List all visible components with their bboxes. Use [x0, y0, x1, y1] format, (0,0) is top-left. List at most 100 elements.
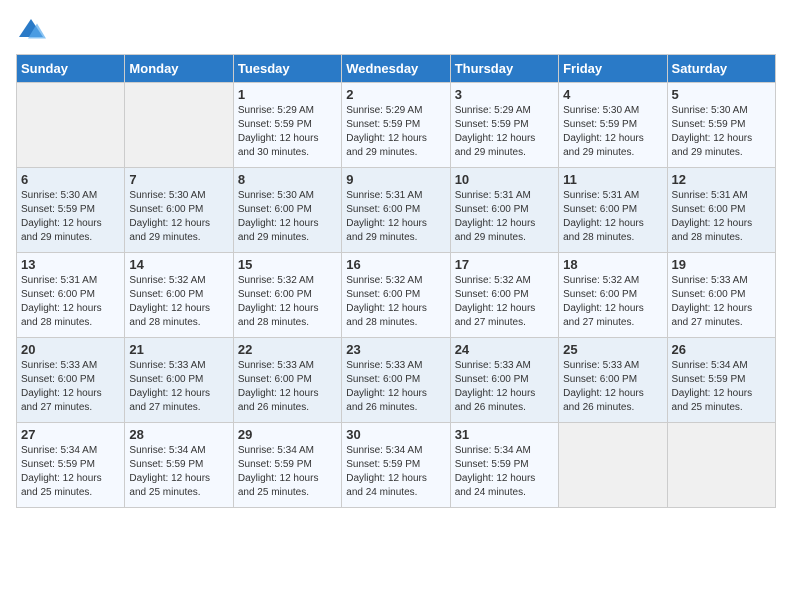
day-number: 29 — [238, 427, 337, 442]
day-number: 20 — [21, 342, 120, 357]
day-info: Sunrise: 5:30 AMSunset: 6:00 PMDaylight:… — [238, 189, 337, 245]
calendar-cell: 30 Sunrise: 5:34 AMSunset: 5:59 PMDayligh… — [342, 423, 450, 508]
calendar-cell: 1 Sunrise: 5:29 AMSunset: 5:59 PMDaylight… — [233, 83, 341, 168]
day-number: 13 — [21, 257, 120, 272]
day-number: 12 — [672, 172, 771, 187]
day-number: 22 — [238, 342, 337, 357]
calendar-cell: 28 Sunrise: 5:34 AMSunset: 5:59 PMDayligh… — [125, 423, 233, 508]
logo-icon — [16, 16, 46, 46]
day-info: Sunrise: 5:32 AMSunset: 6:00 PMDaylight:… — [129, 274, 228, 330]
day-info: Sunrise: 5:33 AMSunset: 6:00 PMDaylight:… — [563, 359, 662, 415]
calendar-cell: 9 Sunrise: 5:31 AMSunset: 6:00 PMDaylight… — [342, 168, 450, 253]
calendar-cell — [17, 83, 125, 168]
day-number: 19 — [672, 257, 771, 272]
day-number: 24 — [455, 342, 554, 357]
day-info: Sunrise: 5:34 AMSunset: 5:59 PMDaylight:… — [455, 444, 554, 500]
day-number: 25 — [563, 342, 662, 357]
calendar-cell: 23Sunrise: 5:33 AMSunset: 6:00 PMDayligh… — [342, 338, 450, 423]
day-info: Sunrise: 5:34 AMSunset: 5:59 PMDaylight:… — [21, 444, 120, 500]
day-info: Sunrise: 5:30 AMSunset: 5:59 PMDaylight:… — [21, 189, 120, 245]
calendar-cell — [125, 83, 233, 168]
calendar-cell: 3 Sunrise: 5:29 AMSunset: 5:59 PMDaylight… — [450, 83, 558, 168]
day-number: 30 — [346, 427, 445, 442]
day-number: 27 — [21, 427, 120, 442]
day-number: 3 — [455, 87, 554, 102]
calendar-cell: 27 Sunrise: 5:34 AMSunset: 5:59 PMDayligh… — [17, 423, 125, 508]
weekday-header-sunday: Sunday — [17, 55, 125, 83]
weekday-header-wednesday: Wednesday — [342, 55, 450, 83]
calendar-cell — [559, 423, 667, 508]
weekday-header-saturday: Saturday — [667, 55, 775, 83]
calendar-table: SundayMondayTuesdayWednesdayThursdayFrid… — [16, 54, 776, 508]
day-number: 17 — [455, 257, 554, 272]
weekday-header-thursday: Thursday — [450, 55, 558, 83]
day-info: Sunrise: 5:31 AMSunset: 6:00 PMDaylight:… — [21, 274, 120, 330]
calendar-cell: 21Sunrise: 5:33 AMSunset: 6:00 PMDayligh… — [125, 338, 233, 423]
calendar-cell: 22 Sunrise: 5:33 AMSunset: 6:00 PMDayligh… — [233, 338, 341, 423]
day-info: Sunrise: 5:29 AMSunset: 5:59 PMDaylight:… — [455, 104, 554, 160]
week-row-2: 6 Sunrise: 5:30 AMSunset: 5:59 PMDaylight… — [17, 168, 776, 253]
day-info: Sunrise: 5:32 AMSunset: 6:00 PMDaylight:… — [238, 274, 337, 330]
day-info: Sunrise: 5:33 AMSunset: 6:00 PMDaylight:… — [129, 359, 228, 415]
day-info: Sunrise: 5:34 AMSunset: 5:59 PMDaylight:… — [346, 444, 445, 500]
day-info: Sunrise: 5:30 AMSunset: 5:59 PMDaylight:… — [563, 104, 662, 160]
calendar-cell: 20Sunrise: 5:33 AMSunset: 6:00 PMDayligh… — [17, 338, 125, 423]
day-number: 23 — [346, 342, 445, 357]
calendar-cell: 5 Sunrise: 5:30 AMSunset: 5:59 PMDaylight… — [667, 83, 775, 168]
day-number: 5 — [672, 87, 771, 102]
day-info: Sunrise: 5:29 AMSunset: 5:59 PMDaylight:… — [238, 104, 337, 160]
calendar-cell: 7 Sunrise: 5:30 AMSunset: 6:00 PMDaylight… — [125, 168, 233, 253]
day-info: Sunrise: 5:34 AMSunset: 5:59 PMDaylight:… — [129, 444, 228, 500]
calendar-cell: 15 Sunrise: 5:32 AMSunset: 6:00 PMDayligh… — [233, 253, 341, 338]
calendar-cell: 14 Sunrise: 5:32 AMSunset: 6:00 PMDayligh… — [125, 253, 233, 338]
weekday-header-friday: Friday — [559, 55, 667, 83]
weekday-header-tuesday: Tuesday — [233, 55, 341, 83]
calendar-cell: 18 Sunrise: 5:32 AMSunset: 6:00 PMDayligh… — [559, 253, 667, 338]
day-info: Sunrise: 5:32 AMSunset: 6:00 PMDaylight:… — [346, 274, 445, 330]
day-number: 2 — [346, 87, 445, 102]
calendar-cell: 25 Sunrise: 5:33 AMSunset: 6:00 PMDayligh… — [559, 338, 667, 423]
weekday-header-monday: Monday — [125, 55, 233, 83]
day-number: 1 — [238, 87, 337, 102]
calendar-cell: 17Sunrise: 5:32 AMSunset: 6:00 PMDayligh… — [450, 253, 558, 338]
day-info: Sunrise: 5:29 AMSunset: 5:59 PMDaylight:… — [346, 104, 445, 160]
calendar-cell: 24 Sunrise: 5:33 AMSunset: 6:00 PMDayligh… — [450, 338, 558, 423]
day-number: 8 — [238, 172, 337, 187]
calendar-cell — [667, 423, 775, 508]
calendar-cell: 29Sunrise: 5:34 AMSunset: 5:59 PMDayligh… — [233, 423, 341, 508]
week-row-5: 27 Sunrise: 5:34 AMSunset: 5:59 PMDayligh… — [17, 423, 776, 508]
day-number: 4 — [563, 87, 662, 102]
day-info: Sunrise: 5:31 AMSunset: 6:00 PMDaylight:… — [346, 189, 445, 245]
day-number: 28 — [129, 427, 228, 442]
calendar-cell: 16 Sunrise: 5:32 AMSunset: 6:00 PMDayligh… — [342, 253, 450, 338]
day-number: 9 — [346, 172, 445, 187]
week-row-4: 20 Sunrise: 5:33 AMSunset: 6:00 PMDayligh… — [17, 338, 776, 423]
day-info: Sunrise: 5:33 AMSunset: 6:00 PMDaylight:… — [238, 359, 337, 415]
day-info: Sunrise: 5:31 AMSunset: 6:00 PMDaylight:… — [563, 189, 662, 245]
week-row-1: 1 Sunrise: 5:29 AMSunset: 5:59 PMDaylight… — [17, 83, 776, 168]
day-number: 7 — [129, 172, 228, 187]
day-info: Sunrise: 5:30 AMSunset: 6:00 PMDaylight:… — [129, 189, 228, 245]
calendar-cell: 26Sunrise: 5:34 AMSunset: 5:59 PMDayligh… — [667, 338, 775, 423]
logo — [16, 16, 50, 46]
calendar-cell: 8 Sunrise: 5:30 AMSunset: 6:00 PMDaylight… — [233, 168, 341, 253]
calendar-cell: 10Sunrise: 5:31 AMSunset: 6:00 PMDayligh… — [450, 168, 558, 253]
calendar-cell: 6 Sunrise: 5:30 AMSunset: 5:59 PMDaylight… — [17, 168, 125, 253]
day-info: Sunrise: 5:32 AMSunset: 6:00 PMDaylight:… — [563, 274, 662, 330]
calendar-cell: 31Sunrise: 5:34 AMSunset: 5:59 PMDayligh… — [450, 423, 558, 508]
day-number: 15 — [238, 257, 337, 272]
day-info: Sunrise: 5:30 AMSunset: 5:59 PMDaylight:… — [672, 104, 771, 160]
calendar-cell: 11 Sunrise: 5:31 AMSunset: 6:00 PMDayligh… — [559, 168, 667, 253]
day-number: 16 — [346, 257, 445, 272]
calendar-cell: 4 Sunrise: 5:30 AMSunset: 5:59 PMDaylight… — [559, 83, 667, 168]
day-number: 26 — [672, 342, 771, 357]
calendar-cell: 13 Sunrise: 5:31 AMSunset: 6:00 PMDayligh… — [17, 253, 125, 338]
day-number: 10 — [455, 172, 554, 187]
day-number: 6 — [21, 172, 120, 187]
day-number: 14 — [129, 257, 228, 272]
day-info: Sunrise: 5:33 AMSunset: 6:00 PMDaylight:… — [455, 359, 554, 415]
day-number: 18 — [563, 257, 662, 272]
day-number: 11 — [563, 172, 662, 187]
week-row-3: 13 Sunrise: 5:31 AMSunset: 6:00 PMDayligh… — [17, 253, 776, 338]
day-info: Sunrise: 5:31 AMSunset: 6:00 PMDaylight:… — [672, 189, 771, 245]
